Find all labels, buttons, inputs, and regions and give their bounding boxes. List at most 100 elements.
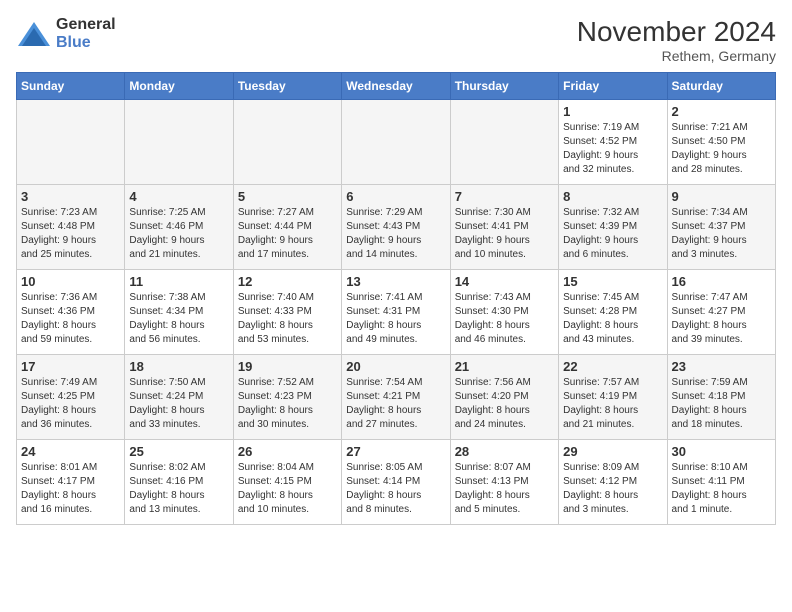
calendar-cell — [125, 100, 233, 185]
day-info: Sunrise: 7:57 AM Sunset: 4:19 PM Dayligh… — [563, 376, 662, 432]
calendar-cell: 9 Sunrise: 7:34 AM Sunset: 4:37 PM Daylig… — [667, 185, 775, 270]
day-info: Sunrise: 7:47 AM Sunset: 4:27 PM Dayligh… — [672, 291, 771, 347]
day-info: Sunrise: 8:07 AM Sunset: 4:13 PM Dayligh… — [455, 461, 554, 517]
calendar-cell: 1Sunrise: 7:19 AM Sunset: 4:52 PM Daylig… — [559, 100, 667, 185]
day-info: Sunrise: 7:21 AM Sunset: 4:50 PM Dayligh… — [672, 121, 771, 177]
day-info: Sunrise: 8:04 AM Sunset: 4:15 PM Dayligh… — [238, 461, 337, 517]
day-info: Sunrise: 7:34 AM Sunset: 4:37 PM Dayligh… — [672, 206, 771, 262]
day-number: 12 — [238, 274, 337, 289]
day-number: 28 — [455, 444, 554, 459]
calendar-cell: 19Sunrise: 7:52 AM Sunset: 4:23 PM Dayli… — [233, 355, 341, 440]
calendar-cell: 16Sunrise: 7:47 AM Sunset: 4:27 PM Dayli… — [667, 270, 775, 355]
calendar-cell: 22 Sunrise: 7:57 AM Sunset: 4:19 PM Dayli… — [559, 355, 667, 440]
calendar-cell: 11Sunrise: 7:38 AM Sunset: 4:34 PM Dayli… — [125, 270, 233, 355]
day-info: Sunrise: 7:40 AM Sunset: 4:33 PM Dayligh… — [238, 291, 337, 347]
day-info: Sunrise: 7:49 AM Sunset: 4:25 PM Dayligh… — [21, 376, 120, 432]
calendar-cell: 6 Sunrise: 7:29 AM Sunset: 4:43 PM Daylig… — [342, 185, 450, 270]
logo-general: General — [56, 16, 116, 34]
calendar-cell: 28 Sunrise: 8:07 AM Sunset: 4:13 PM Dayli… — [450, 440, 558, 525]
day-info: Sunrise: 7:59 AM Sunset: 4:18 PM Dayligh… — [672, 376, 771, 432]
day-info: Sunrise: 8:02 AM Sunset: 4:16 PM Dayligh… — [129, 461, 228, 517]
day-number: 20 — [346, 359, 445, 374]
weekday-header-thursday: Thursday — [450, 73, 558, 100]
weekday-header-tuesday: Tuesday — [233, 73, 341, 100]
day-number: 5 — [238, 189, 337, 204]
day-number: 14 — [455, 274, 554, 289]
day-number: 4 — [129, 189, 228, 204]
day-number: 2 — [672, 104, 771, 119]
day-number: 18 — [129, 359, 228, 374]
calendar-week-row: 17 Sunrise: 7:49 AM Sunset: 4:25 PM Dayli… — [17, 355, 776, 440]
calendar-cell — [233, 100, 341, 185]
calendar-week-row: 10 Sunrise: 7:36 AM Sunset: 4:36 PM Dayli… — [17, 270, 776, 355]
calendar-cell: 8Sunrise: 7:32 AM Sunset: 4:39 PM Daylig… — [559, 185, 667, 270]
day-info: Sunrise: 7:50 AM Sunset: 4:24 PM Dayligh… — [129, 376, 228, 432]
day-info: Sunrise: 7:41 AM Sunset: 4:31 PM Dayligh… — [346, 291, 445, 347]
weekday-header-monday: Monday — [125, 73, 233, 100]
weekday-header-sunday: Sunday — [17, 73, 125, 100]
day-number: 9 — [672, 189, 771, 204]
day-number: 13 — [346, 274, 445, 289]
calendar-cell: 26Sunrise: 8:04 AM Sunset: 4:15 PM Dayli… — [233, 440, 341, 525]
day-number: 23 — [672, 359, 771, 374]
day-number: 24 — [21, 444, 120, 459]
weekday-header-row: SundayMondayTuesdayWednesdayThursdayFrid… — [17, 73, 776, 100]
calendar-cell: 23 Sunrise: 7:59 AM Sunset: 4:18 PM Dayli… — [667, 355, 775, 440]
day-number: 25 — [129, 444, 228, 459]
day-info: Sunrise: 7:23 AM Sunset: 4:48 PM Dayligh… — [21, 206, 120, 262]
logo-text: General Blue — [56, 16, 116, 51]
day-number: 7 — [455, 189, 554, 204]
calendar-cell: 18 Sunrise: 7:50 AM Sunset: 4:24 PM Dayli… — [125, 355, 233, 440]
weekday-header-friday: Friday — [559, 73, 667, 100]
calendar-cell: 14 Sunrise: 7:43 AM Sunset: 4:30 PM Dayli… — [450, 270, 558, 355]
calendar-week-row: 3 Sunrise: 7:23 AM Sunset: 4:48 PM Daylig… — [17, 185, 776, 270]
calendar-table: SundayMondayTuesdayWednesdayThursdayFrid… — [16, 72, 776, 525]
day-number: 22 — [563, 359, 662, 374]
day-number: 29 — [563, 444, 662, 459]
month-title: November 2024 — [577, 16, 776, 48]
logo: General Blue — [16, 16, 116, 51]
day-info: Sunrise: 7:52 AM Sunset: 4:23 PM Dayligh… — [238, 376, 337, 432]
day-number: 17 — [21, 359, 120, 374]
calendar-cell — [342, 100, 450, 185]
day-info: Sunrise: 7:43 AM Sunset: 4:30 PM Dayligh… — [455, 291, 554, 347]
day-info: Sunrise: 8:05 AM Sunset: 4:14 PM Dayligh… — [346, 461, 445, 517]
day-info: Sunrise: 7:45 AM Sunset: 4:28 PM Dayligh… — [563, 291, 662, 347]
day-number: 15 — [563, 274, 662, 289]
day-number: 11 — [129, 274, 228, 289]
logo-blue: Blue — [56, 34, 91, 52]
calendar-cell: 20 Sunrise: 7:54 AM Sunset: 4:21 PM Dayli… — [342, 355, 450, 440]
calendar-cell: 24 Sunrise: 8:01 AM Sunset: 4:17 PM Dayli… — [17, 440, 125, 525]
day-info: Sunrise: 7:29 AM Sunset: 4:43 PM Dayligh… — [346, 206, 445, 262]
weekday-header-wednesday: Wednesday — [342, 73, 450, 100]
day-number: 21 — [455, 359, 554, 374]
day-number: 27 — [346, 444, 445, 459]
logo-icon — [16, 20, 52, 48]
calendar-cell — [17, 100, 125, 185]
calendar-cell: 2 Sunrise: 7:21 AM Sunset: 4:50 PM Daylig… — [667, 100, 775, 185]
calendar-cell: 4 Sunrise: 7:25 AM Sunset: 4:46 PM Daylig… — [125, 185, 233, 270]
calendar-cell: 7Sunrise: 7:30 AM Sunset: 4:41 PM Daylig… — [450, 185, 558, 270]
day-info: Sunrise: 7:36 AM Sunset: 4:36 PM Dayligh… — [21, 291, 120, 347]
day-info: Sunrise: 7:56 AM Sunset: 4:20 PM Dayligh… — [455, 376, 554, 432]
day-number: 6 — [346, 189, 445, 204]
day-info: Sunrise: 7:54 AM Sunset: 4:21 PM Dayligh… — [346, 376, 445, 432]
calendar-cell: 21 Sunrise: 7:56 AM Sunset: 4:20 PM Dayli… — [450, 355, 558, 440]
day-info: Sunrise: 7:32 AM Sunset: 4:39 PM Dayligh… — [563, 206, 662, 262]
calendar-cell: 10 Sunrise: 7:36 AM Sunset: 4:36 PM Dayli… — [17, 270, 125, 355]
day-number: 10 — [21, 274, 120, 289]
day-info: Sunrise: 7:25 AM Sunset: 4:46 PM Dayligh… — [129, 206, 228, 262]
day-info: Sunrise: 8:01 AM Sunset: 4:17 PM Dayligh… — [21, 461, 120, 517]
day-info: Sunrise: 8:10 AM Sunset: 4:11 PM Dayligh… — [672, 461, 771, 517]
calendar-cell: 12 Sunrise: 7:40 AM Sunset: 4:33 PM Dayli… — [233, 270, 341, 355]
day-info: Sunrise: 8:09 AM Sunset: 4:12 PM Dayligh… — [563, 461, 662, 517]
calendar-cell: 15 Sunrise: 7:45 AM Sunset: 4:28 PM Dayli… — [559, 270, 667, 355]
calendar-cell: 13 Sunrise: 7:41 AM Sunset: 4:31 PM Dayli… — [342, 270, 450, 355]
day-number: 1 — [563, 104, 662, 119]
calendar-week-row: 1Sunrise: 7:19 AM Sunset: 4:52 PM Daylig… — [17, 100, 776, 185]
day-number: 30 — [672, 444, 771, 459]
day-number: 3 — [21, 189, 120, 204]
title-section: November 2024 Rethem, Germany — [577, 16, 776, 64]
calendar-week-row: 24 Sunrise: 8:01 AM Sunset: 4:17 PM Dayli… — [17, 440, 776, 525]
calendar-cell: 29 Sunrise: 8:09 AM Sunset: 4:12 PM Dayli… — [559, 440, 667, 525]
